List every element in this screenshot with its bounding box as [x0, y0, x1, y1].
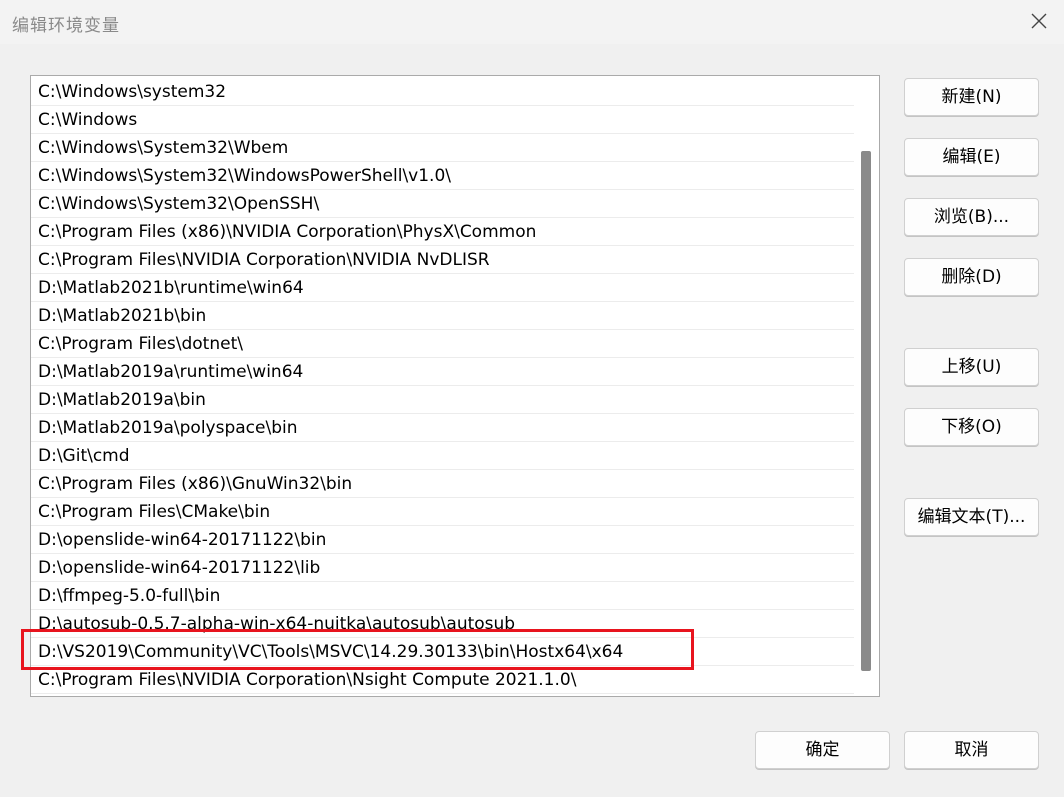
list-item[interactable]: D:\Matlab2021b\runtime\win64	[31, 274, 854, 302]
move-down-button[interactable]: 下移(O)	[904, 408, 1039, 446]
ok-button[interactable]: 确定	[755, 731, 890, 769]
browse-button[interactable]: 浏览(B)...	[904, 198, 1039, 236]
list-item[interactable]: C:\Windows\System32\OpenSSH\	[31, 190, 854, 218]
close-icon[interactable]	[1028, 10, 1050, 32]
list-item[interactable]: D:\openslide-win64-20171122\bin	[31, 526, 854, 554]
path-list[interactable]: C:\Windows\system32 C:\Windows C:\Window…	[30, 75, 880, 697]
cancel-button[interactable]: 取消	[904, 731, 1039, 769]
delete-button[interactable]: 删除(D)	[904, 258, 1039, 296]
edit-button[interactable]: 编辑(E)	[904, 138, 1039, 176]
list-item[interactable]: D:\ffmpeg-5.0-full\bin	[31, 582, 854, 610]
list-item[interactable]: C:\Windows\system32	[31, 78, 854, 106]
edit-text-button[interactable]: 编辑文本(T)...	[904, 498, 1039, 536]
list-item[interactable]: D:\Matlab2021b\bin	[31, 302, 854, 330]
list-item[interactable]: D:\openslide-win64-20171122\lib	[31, 554, 854, 582]
list-item[interactable]: D:\Git\cmd	[31, 442, 854, 470]
list-item[interactable]: C:\Program Files\NVIDIA Corporation\NVID…	[31, 246, 854, 274]
list-item[interactable]: C:\Program Files\NVIDIA Corporation\Nsig…	[31, 666, 854, 694]
list-item[interactable]: C:\Program Files\dotnet\	[31, 330, 854, 358]
title-bar: 编辑环境变量	[0, 0, 1064, 44]
list-item[interactable]: C:\Windows\System32\WindowsPowerShell\v1…	[31, 162, 854, 190]
scrollbar-thumb[interactable]	[861, 151, 871, 671]
list-item[interactable]: D:\Matlab2019a\bin	[31, 386, 854, 414]
list-item[interactable]: C:\Windows\System32\Wbem	[31, 134, 854, 162]
list-item[interactable]: C:\Program Files (x86)\GnuWin32\bin	[31, 470, 854, 498]
list-item[interactable]: C:\Program Files (x86)\NVIDIA Corporatio…	[31, 218, 854, 246]
list-item[interactable]: D:\Matlab2019a\runtime\win64	[31, 358, 854, 386]
list-item[interactable]: C:\Windows	[31, 106, 854, 134]
list-item[interactable]: C:\Program Files\CMake\bin	[31, 498, 854, 526]
new-button[interactable]: 新建(N)	[904, 78, 1039, 116]
list-item[interactable]: D:\Matlab2019a\polyspace\bin	[31, 414, 854, 442]
move-up-button[interactable]: 上移(U)	[904, 348, 1039, 386]
window-title: 编辑环境变量	[12, 16, 120, 36]
highlight-annotation	[21, 629, 694, 670]
